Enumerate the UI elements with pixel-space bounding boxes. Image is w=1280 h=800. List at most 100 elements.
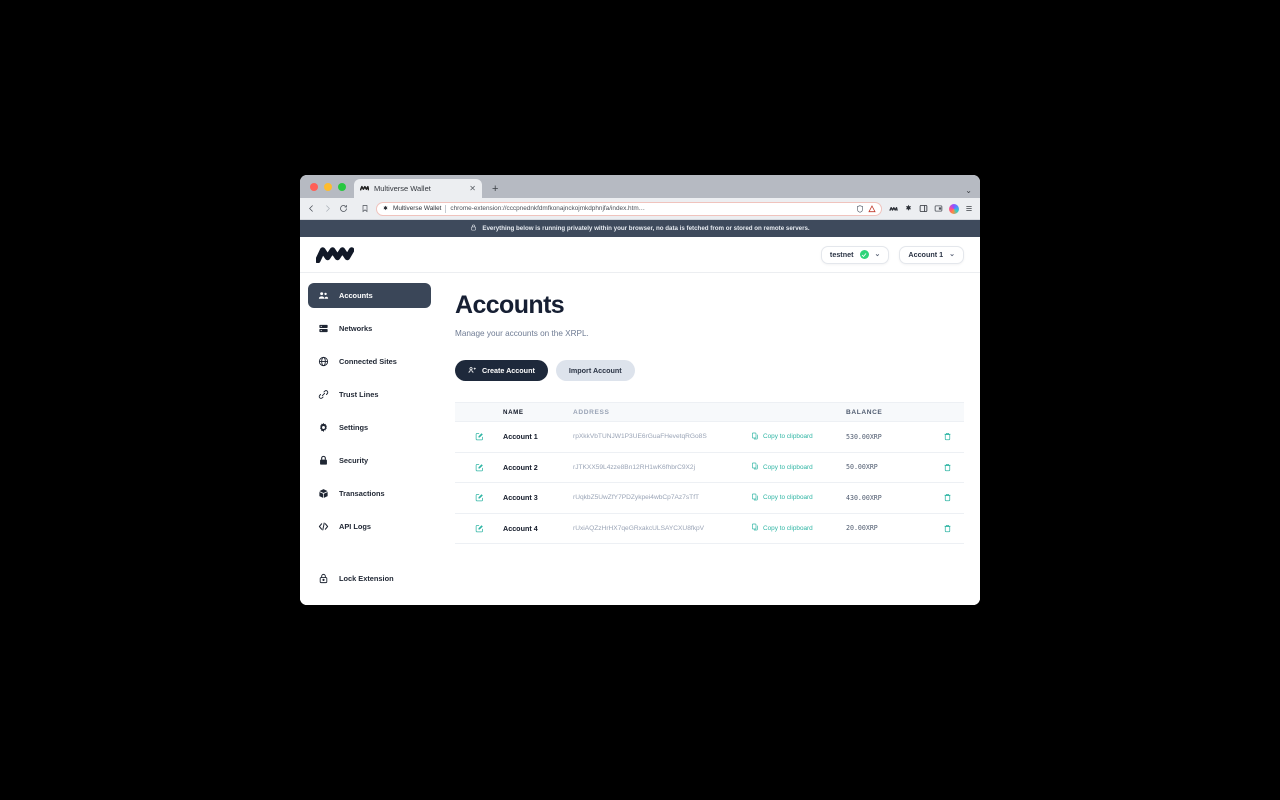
edit-pencil-square-icon[interactable] — [455, 432, 503, 441]
table-row[interactable]: Account 3 rUqkbZ5UwZfY7PDZykpei4wbCp7Az7… — [455, 483, 964, 514]
browser-menu-icon[interactable] — [965, 204, 973, 213]
extension-puzzle-icon — [382, 205, 389, 212]
wallet-logo-icon — [360, 184, 369, 193]
close-icon[interactable]: ✕ — [469, 184, 476, 193]
sidebar-item-label: Settings — [339, 423, 369, 432]
profile-avatar-icon[interactable] — [949, 203, 959, 214]
wallet-extension-icon[interactable] — [889, 205, 898, 213]
edit-pencil-square-icon[interactable] — [455, 493, 503, 502]
sidebar-item-connected-sites[interactable]: Connected Sites — [308, 349, 431, 374]
account-balance: 430.00XRP — [846, 493, 882, 502]
padlock-outline-icon — [318, 573, 329, 584]
lock-icon — [470, 224, 477, 233]
sidebar-item-api-logs[interactable]: API Logs — [308, 514, 431, 539]
warning-triangle-icon[interactable] — [868, 204, 876, 213]
account-name: Account 2 — [503, 462, 538, 472]
omnibox-url[interactable]: chrome-extension://cccpnednkfdmfkonajnck… — [450, 205, 852, 212]
main-content: Accounts Manage your accounts on the XRP… — [439, 273, 980, 605]
copy-label: Copy to clipboard — [763, 494, 813, 502]
table-row[interactable]: Account 1 rpXkkVbTUNJW1P3UE6rGuaFHevetqR… — [455, 422, 964, 453]
sidebar-item-label: Lock Extension — [339, 574, 394, 583]
omnibox-extension-name: Multiverse Wallet — [393, 205, 442, 212]
create-account-button[interactable]: Create Account — [455, 360, 548, 381]
copy-to-clipboard-button[interactable]: Copy to clipboard — [751, 523, 846, 533]
browser-toolbar: Multiverse Wallet chrome-extension://ccc… — [300, 198, 980, 220]
new-tab-button[interactable]: + — [492, 184, 498, 195]
back-arrow-icon[interactable] — [307, 204, 316, 213]
trash-icon[interactable] — [931, 493, 964, 502]
cube-icon — [318, 488, 329, 499]
edit-pencil-square-icon[interactable] — [455, 524, 503, 533]
extensions-puzzle-icon[interactable] — [904, 204, 913, 213]
sidebar-item-security[interactable]: Security — [308, 448, 431, 473]
import-account-button[interactable]: Import Account — [555, 360, 635, 381]
sidebar-item-trust-lines[interactable]: Trust Lines — [308, 382, 431, 407]
clipboard-copy-icon — [751, 462, 759, 472]
sidebar-item-label: Networks — [339, 324, 373, 333]
account-selector[interactable]: Account 1 ⌄ — [899, 245, 964, 264]
account-balance: 50.00XRP — [846, 463, 878, 472]
account-name: Account 3 — [503, 493, 538, 503]
check-circle-icon — [859, 250, 869, 259]
account-address: rJTKXX59L4zze8Bn12RH1wK6fhbrC9X2j — [573, 463, 696, 471]
table-row[interactable]: Account 4 rUxiAQZzHrHX7qeGRxakcULSAYCXU8… — [455, 514, 964, 544]
wallet-app: testnet ⌄ Account 1 ⌄ Accounts Networks … — [300, 237, 980, 605]
sidebar-item-transactions[interactable]: Transactions — [308, 481, 431, 506]
privacy-banner-text: Everything below is running privately wi… — [482, 225, 810, 232]
maximize-window-button[interactable] — [338, 182, 346, 191]
chevron-down-icon[interactable]: ⌄ — [965, 186, 980, 198]
multiverse-wallet-logo-icon[interactable] — [316, 246, 356, 263]
globe-icon — [318, 356, 329, 367]
clipboard-copy-icon — [751, 432, 759, 442]
sidebar-item-label: Trust Lines — [339, 390, 379, 399]
bookmark-icon[interactable] — [361, 204, 369, 213]
copy-to-clipboard-button[interactable]: Copy to clipboard — [751, 432, 846, 442]
trash-icon[interactable] — [931, 463, 964, 472]
table-header-balance: BALANCE — [846, 408, 883, 416]
import-account-label: Import Account — [568, 366, 622, 375]
users-icon — [318, 290, 329, 301]
copy-to-clipboard-button[interactable]: Copy to clipboard — [751, 493, 846, 503]
copy-label: Copy to clipboard — [763, 524, 813, 532]
privacy-banner: Everything below is running privately wi… — [300, 220, 980, 237]
page-title: Accounts — [455, 291, 565, 319]
sidebar-item-networks[interactable]: Networks — [308, 316, 431, 341]
sidebar-item-accounts[interactable]: Accounts — [308, 283, 431, 308]
window-controls[interactable] — [308, 175, 354, 198]
omnibox-divider — [445, 204, 447, 213]
copy-label: Copy to clipboard — [763, 433, 813, 441]
shield-icon[interactable] — [856, 204, 864, 213]
trash-icon[interactable] — [931, 432, 964, 441]
screenshot-extension-icon[interactable] — [934, 204, 943, 213]
gear-icon — [318, 422, 329, 433]
chevron-down-icon: ⌄ — [874, 251, 881, 258]
network-selector[interactable]: testnet ⌄ — [820, 245, 890, 264]
copy-label: Copy to clipboard — [763, 463, 813, 471]
edit-pencil-square-icon[interactable] — [455, 463, 503, 472]
clipboard-copy-icon — [751, 523, 759, 533]
sidebar-item-label: Security — [339, 456, 369, 465]
server-icon — [318, 323, 329, 334]
link-icon — [318, 389, 329, 400]
account-balance: 530.00XRP — [846, 432, 882, 441]
sidebar-item-label: Accounts — [339, 291, 373, 300]
accounts-table: NAME ADDRESS BALANCE Account 1 rpXkkVbTU — [455, 402, 964, 544]
minimize-window-button[interactable] — [324, 182, 332, 191]
reload-icon[interactable] — [339, 204, 348, 213]
account-selector-label: Account 1 — [908, 250, 944, 259]
side-panel-icon[interactable] — [919, 204, 928, 213]
sidebar-item-settings[interactable]: Settings — [308, 415, 431, 440]
table-row[interactable]: Account 2 rJTKXX59L4zze8Bn12RH1wK6fhbrC9… — [455, 453, 964, 483]
address-bar[interactable]: Multiverse Wallet chrome-extension://ccc… — [376, 201, 882, 216]
trash-icon[interactable] — [931, 524, 964, 533]
browser-tabstrip: Multiverse Wallet ✕ + ⌄ — [300, 175, 980, 198]
table-header-row: NAME ADDRESS BALANCE — [455, 402, 964, 422]
header-controls: testnet ⌄ Account 1 ⌄ — [820, 245, 964, 264]
sidebar-item-lock-extension[interactable]: Lock Extension — [308, 572, 431, 597]
browser-tab-active[interactable]: Multiverse Wallet ✕ — [354, 179, 482, 198]
sidebar-item-label: Connected Sites — [339, 357, 397, 366]
close-window-button[interactable] — [310, 182, 318, 191]
browser-window: Multiverse Wallet ✕ + ⌄ Multiverse Walle… — [300, 175, 980, 605]
copy-to-clipboard-button[interactable]: Copy to clipboard — [751, 462, 846, 472]
